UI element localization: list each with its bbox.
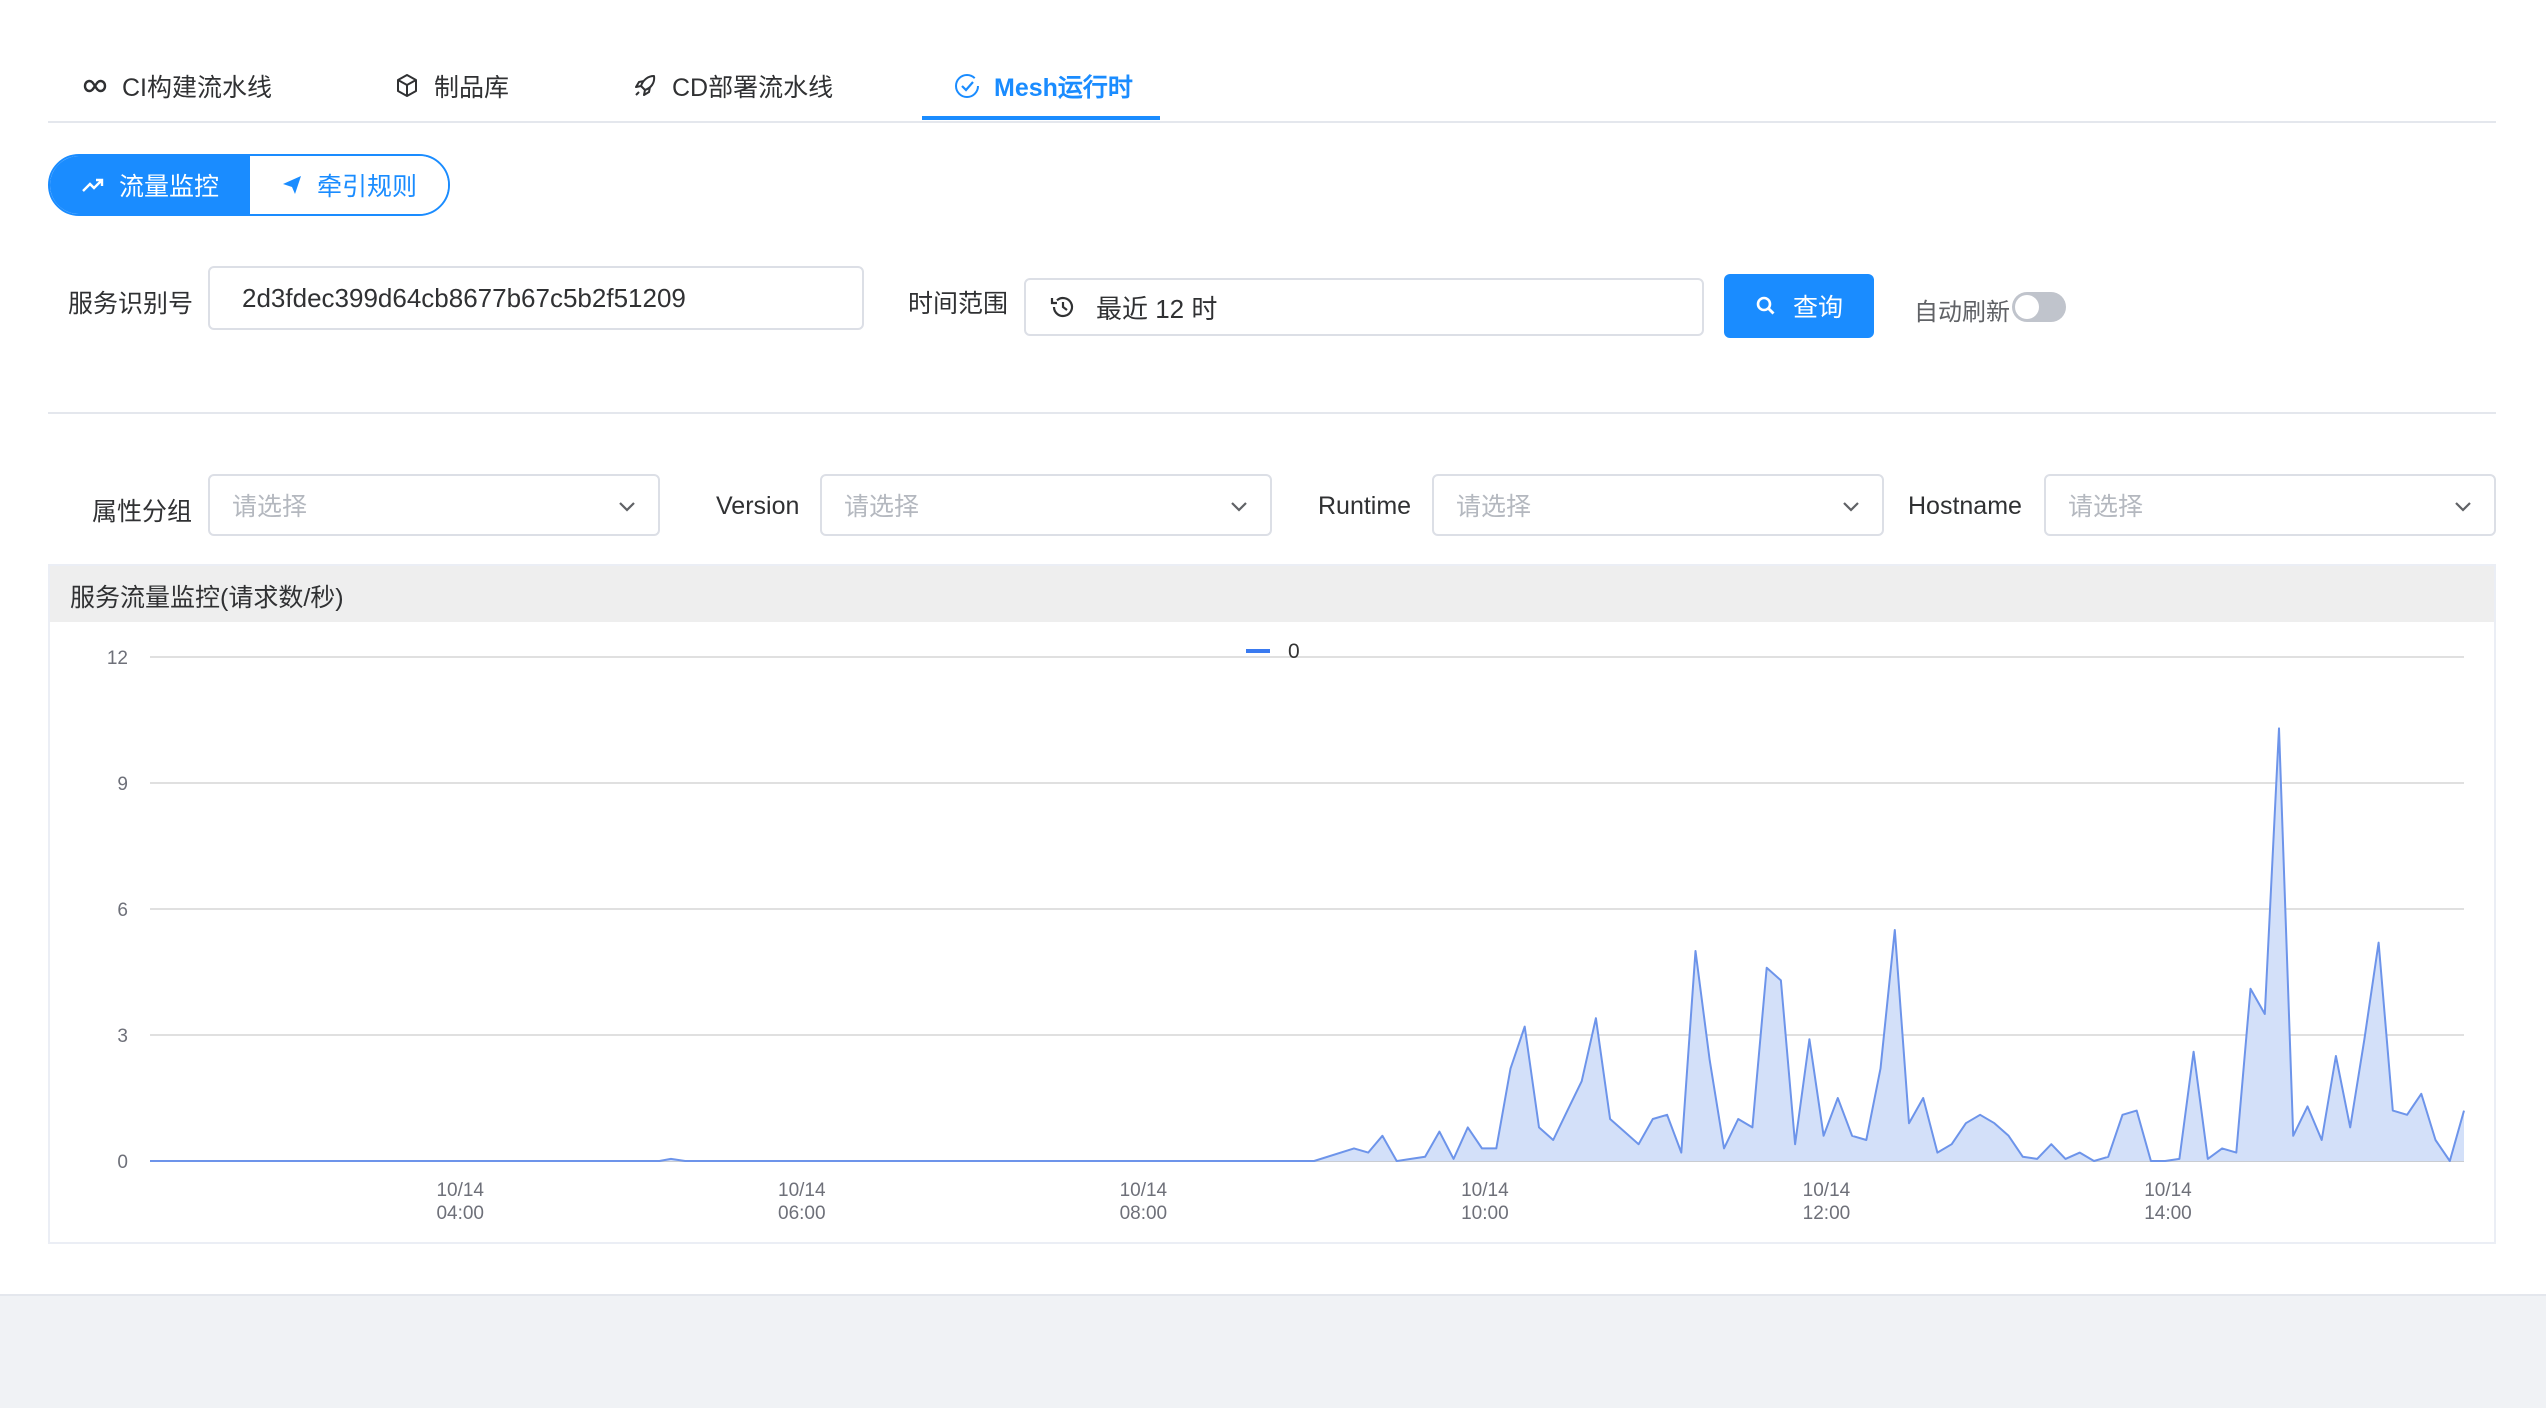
select-placeholder: 请选择 xyxy=(1456,493,1532,521)
send-icon xyxy=(282,176,301,194)
y-tick-label: 0 xyxy=(117,1152,128,1173)
select-placeholder: 请选择 xyxy=(844,493,920,521)
tab-label: 制品库 xyxy=(434,74,510,102)
x-tick-time: 06:00 xyxy=(778,1203,826,1224)
infinity-icon xyxy=(83,79,107,93)
x-tick-date: 10/14 xyxy=(436,1180,484,1201)
y-tick-label: 9 xyxy=(117,774,128,795)
traffic-chart: 03691210/1404:0010/1406:0010/1408:0010/1… xyxy=(107,640,2465,1224)
chart-title: 服务流量监控(请求数/秒) xyxy=(70,584,344,612)
attr-group-label: 属性分组 xyxy=(92,498,193,526)
query-button[interactable]: 查询 xyxy=(1724,274,1874,338)
rocket-icon xyxy=(635,75,656,96)
tab-artifacts[interactable]: 制品库 xyxy=(392,66,509,106)
traffic-monitor-button[interactable]: 流量监控 xyxy=(50,156,250,214)
service-id-value: 2d3fdec399d64cb8677b67c5b2f51209 xyxy=(242,282,686,313)
select-placeholder: 请选择 xyxy=(232,493,308,521)
series-area xyxy=(150,728,2464,1161)
runtime-label: Runtime xyxy=(1318,492,1412,520)
time-range-value: 最近 12 时 xyxy=(1096,293,1218,324)
x-tick-date: 10/14 xyxy=(1803,1180,1851,1201)
x-tick-date: 10/14 xyxy=(778,1180,826,1201)
cube-icon xyxy=(397,74,417,97)
runtime-select[interactable]: 请选择 xyxy=(1432,474,1884,536)
x-tick-time: 12:00 xyxy=(1803,1203,1851,1224)
hostname-select[interactable]: 请选择 xyxy=(2044,474,2496,536)
tab-mesh-runtime[interactable]: Mesh运行时 xyxy=(952,66,1133,106)
x-tick-date: 10/14 xyxy=(1120,1180,1168,1201)
y-tick-label: 12 xyxy=(107,648,128,669)
version-select[interactable]: 请选择 xyxy=(820,474,1272,536)
page-footer xyxy=(0,1294,2546,1408)
time-range-picker[interactable]: 最近 12 时 xyxy=(1024,278,1704,336)
active-tab-indicator xyxy=(922,116,1160,120)
tab-cd-pipeline[interactable]: CD部署流水线 xyxy=(630,66,833,106)
history-icon xyxy=(1050,296,1074,318)
check-circle-icon xyxy=(955,74,979,98)
x-tick-time: 04:00 xyxy=(436,1203,484,1224)
tab-label: CD部署流水线 xyxy=(672,74,834,102)
y-tick-label: 3 xyxy=(117,1026,128,1047)
traction-rules-button[interactable]: 牵引规则 xyxy=(250,156,448,214)
y-tick-label: 6 xyxy=(117,900,128,921)
service-id-label: 服务识别号 xyxy=(68,290,194,318)
service-id-input[interactable]: 2d3fdec399d64cb8677b67c5b2f51209 xyxy=(208,266,864,330)
series-line xyxy=(150,727,2465,1162)
time-range-label: 时间范围 xyxy=(908,290,1009,318)
version-label: Version xyxy=(716,492,800,520)
tab-label: Mesh运行时 xyxy=(994,74,1133,102)
chevron-down-icon xyxy=(1843,502,1859,512)
view-switcher: 流量监控 牵引规则 xyxy=(48,154,450,216)
traffic-monitor-label: 流量监控 xyxy=(118,173,219,201)
auto-refresh-toggle[interactable] xyxy=(2012,292,2066,322)
query-label: 查询 xyxy=(1792,294,1843,322)
x-tick-time: 08:00 xyxy=(1120,1203,1168,1224)
chart-card-header xyxy=(50,566,2494,622)
chevron-down-icon xyxy=(619,502,635,512)
tab-ci-pipeline[interactable]: CI构建流水线 xyxy=(80,66,272,106)
tab-label: CI构建流水线 xyxy=(122,74,273,102)
x-tick-date: 10/14 xyxy=(2144,1180,2192,1201)
x-tick-time: 14:00 xyxy=(2144,1203,2192,1224)
attr-group-select[interactable]: 请选择 xyxy=(208,474,660,536)
trend-icon xyxy=(82,178,104,192)
select-placeholder: 请选择 xyxy=(2068,493,2144,521)
section-divider xyxy=(48,412,2496,414)
hostname-label: Hostname xyxy=(1908,492,2022,520)
x-tick-date: 10/14 xyxy=(1461,1180,1509,1201)
chevron-down-icon xyxy=(2455,502,2471,512)
chevron-down-icon xyxy=(1231,502,1247,512)
traction-rules-label: 牵引规则 xyxy=(316,173,417,201)
toggle-knob xyxy=(2015,295,2039,319)
auto-refresh-label: 自动刷新 xyxy=(1914,299,2010,326)
search-icon xyxy=(1756,296,1775,315)
legend-label: 0 xyxy=(1288,640,1300,663)
legend-swatch xyxy=(1246,649,1270,653)
x-tick-time: 10:00 xyxy=(1461,1203,1509,1224)
